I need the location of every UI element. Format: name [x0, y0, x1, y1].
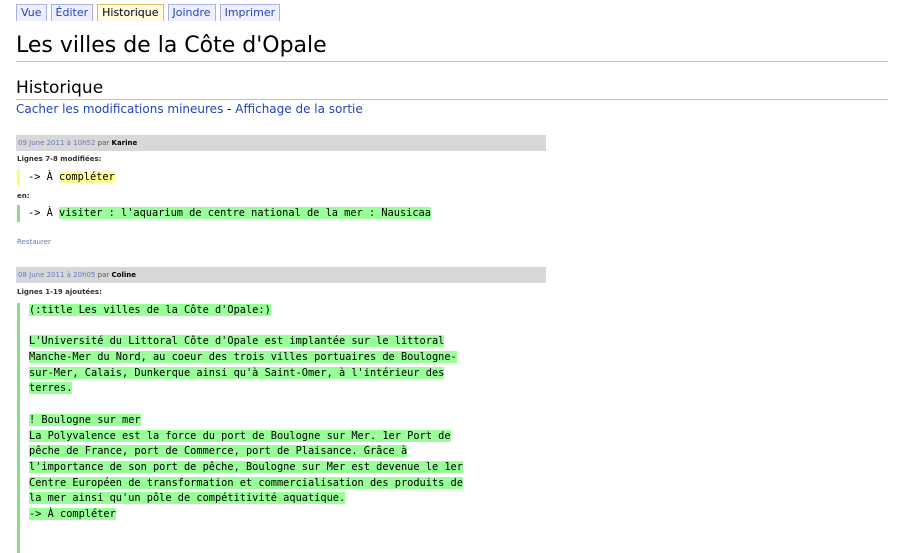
diff-added-text: pêche de France, port de Commerce, port …	[29, 445, 408, 458]
tab-joindre[interactable]: Joindre	[167, 4, 216, 21]
diff-added-text: la mer ainsi qu'un pôle de compétitivité…	[29, 492, 346, 505]
diff-added-line: la mer ainsi qu'un pôle de compétitivité…	[29, 491, 548, 507]
diff-added-text: (:title Les villes de la Côte d'Opale:)	[29, 304, 271, 316]
diff-added-text: Manche-Mer du Nord, au coeur des trois v…	[29, 351, 457, 364]
revision-date[interactable]: 08 June 2011 à 20h05	[18, 271, 95, 279]
page-actions-tabs: Vue Éditer Historique Joindre Imprimer	[16, 4, 281, 21]
revision-by: par	[97, 271, 110, 279]
diff-added-text: ! Boulogne sur mer	[29, 413, 141, 426]
history-options: Cacher les modifications mineures - Affi…	[16, 102, 363, 116]
revision-author: Coline	[111, 271, 136, 279]
output-view-link[interactable]: Affichage de la sortie	[235, 102, 362, 116]
diff-old-prefix: -> À	[28, 171, 59, 183]
revision-header: 09 June 2011 à 10h52 par Karine	[16, 135, 546, 151]
diff-added-line: l'importance de son port de pêche, Boulo…	[29, 460, 548, 476]
revision-date[interactable]: 09 June 2011 à 10h52	[18, 139, 95, 147]
tab-imprimer[interactable]: Imprimer	[219, 4, 281, 21]
diff-added-line: pêche de France, port de Commerce, port …	[29, 444, 548, 460]
added-lines-label: Lignes 1-19 ajoutées:	[17, 288, 102, 296]
added-lines-block: (:title Les villes de la Côte d'Opale:) L…	[17, 303, 548, 553]
diff-added-text: L'Université du Littoral Côte d'Opale es…	[29, 335, 445, 348]
diff-added-line: Manche-Mer du Nord, au coeur des trois v…	[29, 350, 548, 366]
to-label: en:	[17, 192, 30, 200]
diff-added-line	[29, 397, 548, 413]
diff-new-line: -> À visiter : l'aquarium de centre nati…	[17, 205, 431, 222]
tab-vue[interactable]: Vue	[16, 4, 47, 21]
diff-added-line: -> À compléter	[29, 507, 548, 523]
diff-added-line: Centre Européen de transformation et com…	[29, 476, 548, 492]
tab-editer[interactable]: Éditer	[50, 4, 94, 21]
page-title: Les villes de la Côte d'Opale	[16, 32, 888, 62]
diff-added-text: Centre Européen de transformation et com…	[29, 476, 463, 489]
diff-new-prefix: -> À	[28, 207, 59, 219]
diff-added-text: -> À compléter	[29, 507, 116, 520]
revision-header: 08 June 2011 à 20h05 par Coline	[16, 267, 546, 283]
diff-added-line: L'Université du Littoral Côte d'Opale es…	[29, 334, 548, 350]
changed-lines-label: Lignes 7-8 modifiées:	[17, 155, 102, 163]
diff-added-line: La Polyvalence est la force du port de B…	[29, 429, 548, 445]
diff-old-text: compléter	[59, 171, 115, 183]
revision-by: par	[97, 139, 110, 147]
diff-new-text: visiter : l'aquarium de centre national …	[59, 207, 431, 219]
link-separator: -	[223, 102, 236, 116]
revision-author: Karine	[111, 139, 138, 147]
diff-added-line: terres.	[29, 381, 548, 397]
diff-added-line: ! Boulogne sur mer	[29, 413, 548, 429]
diff-added-line	[29, 319, 548, 335]
hide-minor-edits-link[interactable]: Cacher les modifications mineures	[16, 102, 223, 116]
restore-link[interactable]: Restaurer	[17, 238, 51, 246]
diff-added-text: terres.	[29, 382, 73, 395]
diff-added-text: La Polyvalence est la force du port de B…	[29, 429, 451, 442]
section-title: Historique	[16, 78, 888, 100]
diff-added-text: sur-Mer, Calais, Dunkerque ainsi qu'à Sa…	[29, 366, 445, 379]
diff-old-line: -> À compléter	[17, 169, 115, 186]
diff-added-text: l'importance de son port de pêche, Boulo…	[29, 460, 463, 473]
tab-historique[interactable]: Historique	[97, 4, 164, 21]
diff-added-line: (:title Les villes de la Côte d'Opale:)	[29, 303, 548, 319]
diff-added-line: sur-Mer, Calais, Dunkerque ainsi qu'à Sa…	[29, 366, 548, 382]
